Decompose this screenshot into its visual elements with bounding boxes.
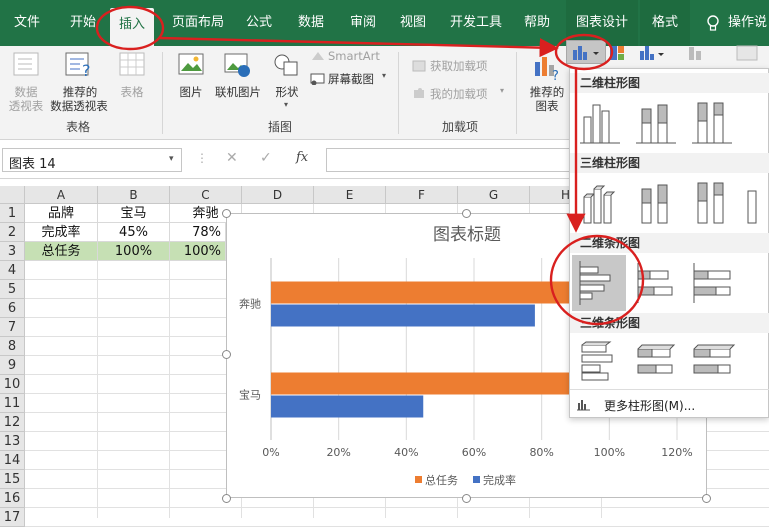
annotation-circle-bar-chart	[549, 234, 645, 326]
annotation-overlay	[95, 5, 645, 326]
annotation-arrow-to-chart	[159, 36, 559, 58]
annotation-circle-column-button	[554, 33, 614, 71]
annotation-circle-insert	[95, 5, 165, 51]
